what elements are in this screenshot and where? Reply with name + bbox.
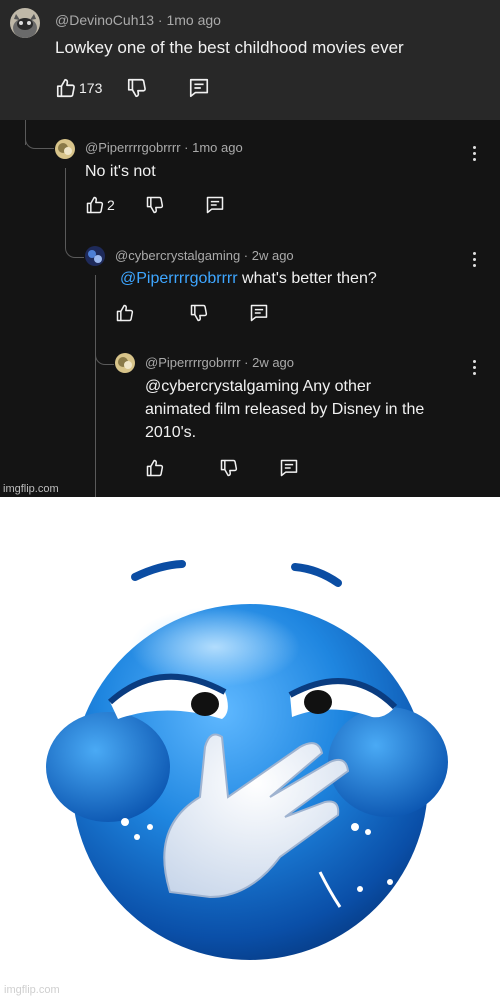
comment-text-line: animated film released by Disney in the: [145, 401, 425, 418]
reply-button[interactable]: [249, 303, 269, 323]
comment-thread-screenshot: @DevinoCuh13 · 1mo ago Lowkey one of the…: [0, 0, 500, 497]
comment-text-rest: what's better then?: [237, 270, 377, 287]
watermark: imgflip.com: [3, 483, 59, 495]
comment-text-line: @cybercrystalgaming Any other: [145, 378, 372, 395]
thumbs-down-icon: [190, 304, 208, 322]
laughing-blue-emoji: [46, 560, 448, 960]
watermark: imgflip.com: [4, 984, 60, 996]
thumbs-up-icon: [56, 78, 75, 98]
comment-text: No it's not: [85, 163, 156, 180]
emoji-panel: imgflip.com: [0, 497, 500, 1000]
avatar[interactable]: [55, 139, 75, 159]
avatar[interactable]: [85, 246, 105, 266]
reply-icon: [250, 304, 268, 322]
comment-author[interactable]: @DevinoCuh13 · 1mo ago: [55, 12, 221, 28]
avatar[interactable]: [10, 8, 40, 38]
comment-author[interactable]: @Piperrrrgobrrrr · 1mo ago: [85, 140, 243, 155]
thumbs-up-icon: [86, 196, 104, 214]
like-button[interactable]: [145, 458, 167, 478]
kebab-menu-icon[interactable]: [473, 252, 477, 270]
comment-text: Lowkey one of the best childhood movies …: [55, 38, 404, 57]
comment-actions: 2: [85, 195, 225, 215]
avatar[interactable]: [115, 353, 135, 373]
thread-branch: [25, 120, 54, 149]
mention-link[interactable]: @Piperrrrgobrrrr: [120, 270, 238, 287]
thumbs-down-icon: [128, 78, 147, 98]
thumbs-up-icon: [146, 459, 164, 477]
like-button[interactable]: 173: [55, 77, 102, 99]
comment-author[interactable]: @cybercrystalgaming · 2w ago: [115, 248, 294, 263]
comment-author[interactable]: @Piperrrrgobrrrr · 2w ago: [145, 355, 294, 370]
kebab-menu-icon[interactable]: [473, 360, 477, 378]
like-count: 2: [107, 197, 115, 213]
dislike-button[interactable]: [145, 195, 165, 215]
comment-text-line: 2010's.: [145, 424, 197, 441]
like-button[interactable]: [115, 303, 137, 323]
thread-branch: [95, 300, 114, 365]
thumbs-down-icon: [146, 196, 163, 214]
dislike-button[interactable]: [126, 77, 148, 99]
thumbs-down-icon: [220, 459, 238, 477]
reply-icon: [280, 459, 298, 477]
comment-text: @Piperrrrgobrrrr what's better then?: [120, 267, 377, 290]
dislike-button[interactable]: [219, 458, 239, 478]
reply-button[interactable]: [188, 77, 210, 99]
comment-actions: 173: [55, 77, 210, 99]
reply-button[interactable]: [205, 195, 225, 215]
reply-icon: [190, 78, 209, 98]
reply-button[interactable]: [279, 458, 299, 478]
thread-branch: [65, 200, 84, 258]
reply-icon: [206, 196, 224, 214]
like-button[interactable]: 2: [85, 195, 115, 215]
kebab-menu-icon[interactable]: [473, 146, 477, 164]
thumbs-up-icon: [116, 304, 134, 322]
comment-actions: [115, 303, 269, 323]
like-count: 173: [79, 80, 103, 96]
dislike-button[interactable]: [189, 303, 209, 323]
comment-actions: [145, 458, 299, 478]
